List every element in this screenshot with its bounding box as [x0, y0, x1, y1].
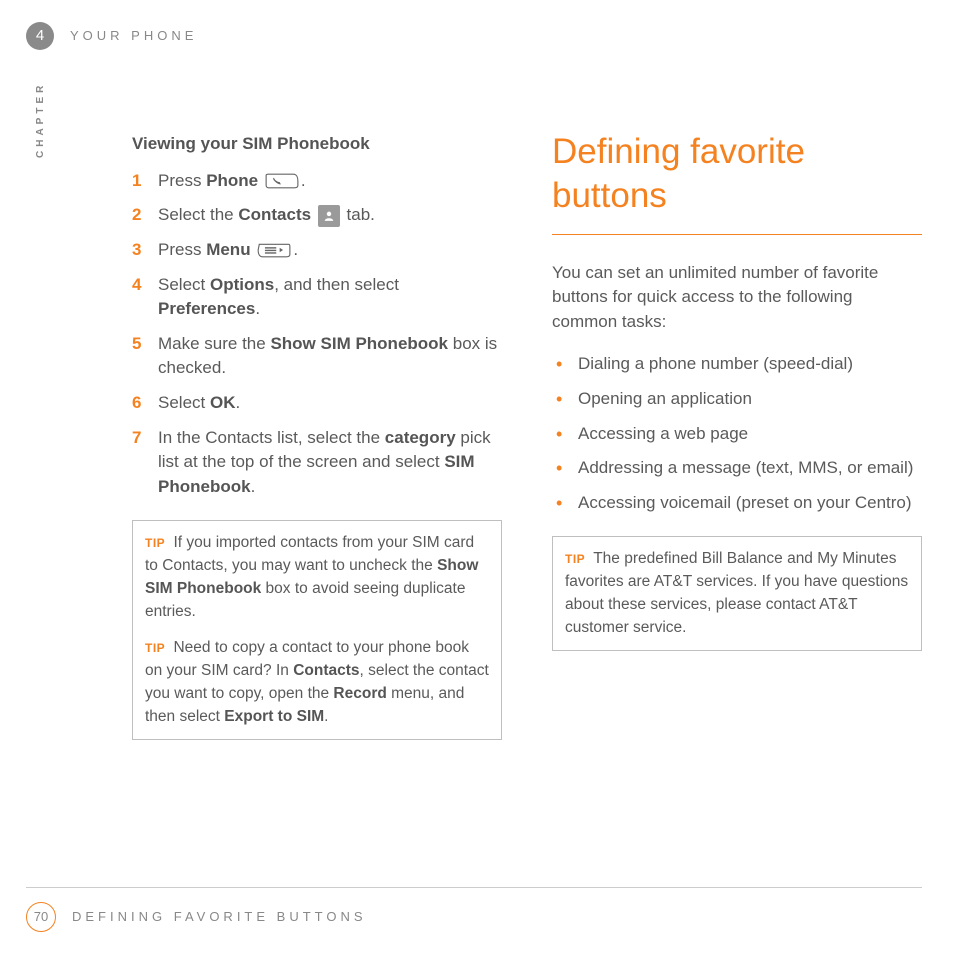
page-number-badge: 70 — [26, 902, 56, 932]
text: Press — [158, 240, 206, 259]
phone-key-icon — [265, 172, 299, 190]
text: tab. — [347, 205, 375, 224]
step-5: Make sure the Show SIM Phonebook box is … — [132, 332, 502, 381]
text: Press — [158, 171, 206, 190]
text: . — [235, 393, 240, 412]
text: . — [251, 477, 256, 496]
chapter-vertical-label: CHAPTER — [34, 82, 49, 158]
tip-box-right: TIP The predefined Bill Balance and My M… — [552, 536, 922, 651]
bold: Show SIM Phonebook — [270, 334, 448, 353]
bold: category — [385, 428, 456, 447]
tip-label: TIP — [145, 536, 165, 550]
text: Select — [158, 275, 210, 294]
bold: OK — [210, 393, 236, 412]
text: . — [324, 708, 328, 725]
text: . — [301, 171, 306, 190]
bold: Contacts — [293, 662, 359, 679]
step-3: Press Menu . — [132, 238, 502, 263]
content-columns: Viewing your SIM Phonebook Press Phone .… — [132, 132, 922, 740]
footer-title: DEFINING FAVORITE BUTTONS — [72, 908, 367, 927]
text: If you imported contacts from your SIM c… — [145, 534, 474, 574]
tip-label: TIP — [145, 641, 165, 655]
text: In the Contacts list, select the — [158, 428, 385, 447]
step-2: Select the Contacts tab. — [132, 203, 502, 228]
step-7: In the Contacts list, select the categor… — [132, 426, 502, 500]
chapter-number-badge: 4 — [26, 22, 54, 50]
right-column: Defining favorite buttons You can set an… — [552, 132, 922, 740]
text: . — [293, 240, 298, 259]
left-heading: Viewing your SIM Phonebook — [132, 132, 502, 157]
bold: Preferences — [158, 299, 255, 318]
text: The predefined Bill Balance and My Minut… — [565, 550, 908, 637]
page-header: 4 YOUR PHONE — [26, 22, 197, 50]
step-6: Select OK. — [132, 391, 502, 416]
tip-1: TIP If you imported contacts from your S… — [145, 531, 489, 624]
text: . — [255, 299, 260, 318]
step-4: Select Options, and then select Preferen… — [132, 273, 502, 322]
bold: Contacts — [238, 205, 311, 224]
bold: Menu — [206, 240, 250, 259]
bold: Phone — [206, 171, 258, 190]
bold: Options — [210, 275, 274, 294]
text: Make sure the — [158, 334, 270, 353]
contacts-icon — [318, 205, 340, 227]
tip-label: TIP — [565, 552, 585, 566]
list-item: Dialing a phone number (speed-dial) — [556, 352, 922, 377]
menu-key-icon — [257, 241, 291, 259]
tip-3: TIP The predefined Bill Balance and My M… — [565, 547, 909, 640]
list-item: Accessing a web page — [556, 422, 922, 447]
text: Select the — [158, 205, 238, 224]
text: Select — [158, 393, 210, 412]
list-item: Opening an application — [556, 387, 922, 412]
step-1: Press Phone . — [132, 169, 502, 194]
bold: Export to SIM — [224, 708, 324, 725]
left-column: Viewing your SIM Phonebook Press Phone .… — [132, 132, 502, 740]
list-item: Accessing voicemail (preset on your Cent… — [556, 491, 922, 516]
steps-list: Press Phone . Select the Contacts tab. P… — [132, 169, 502, 500]
intro-paragraph: You can set an unlimited number of favor… — [552, 261, 922, 335]
bold: Record — [333, 685, 386, 702]
header-title: YOUR PHONE — [70, 27, 197, 46]
tip-box-left: TIP If you imported contacts from your S… — [132, 520, 502, 740]
text: , and then select — [274, 275, 399, 294]
page-footer: 70 DEFINING FAVORITE BUTTONS — [26, 887, 922, 932]
section-title: Defining favorite buttons — [552, 130, 922, 235]
list-item: Addressing a message (text, MMS, or emai… — [556, 456, 922, 481]
bullet-list: Dialing a phone number (speed-dial) Open… — [552, 352, 922, 515]
tip-2: TIP Need to copy a contact to your phone… — [145, 636, 489, 729]
